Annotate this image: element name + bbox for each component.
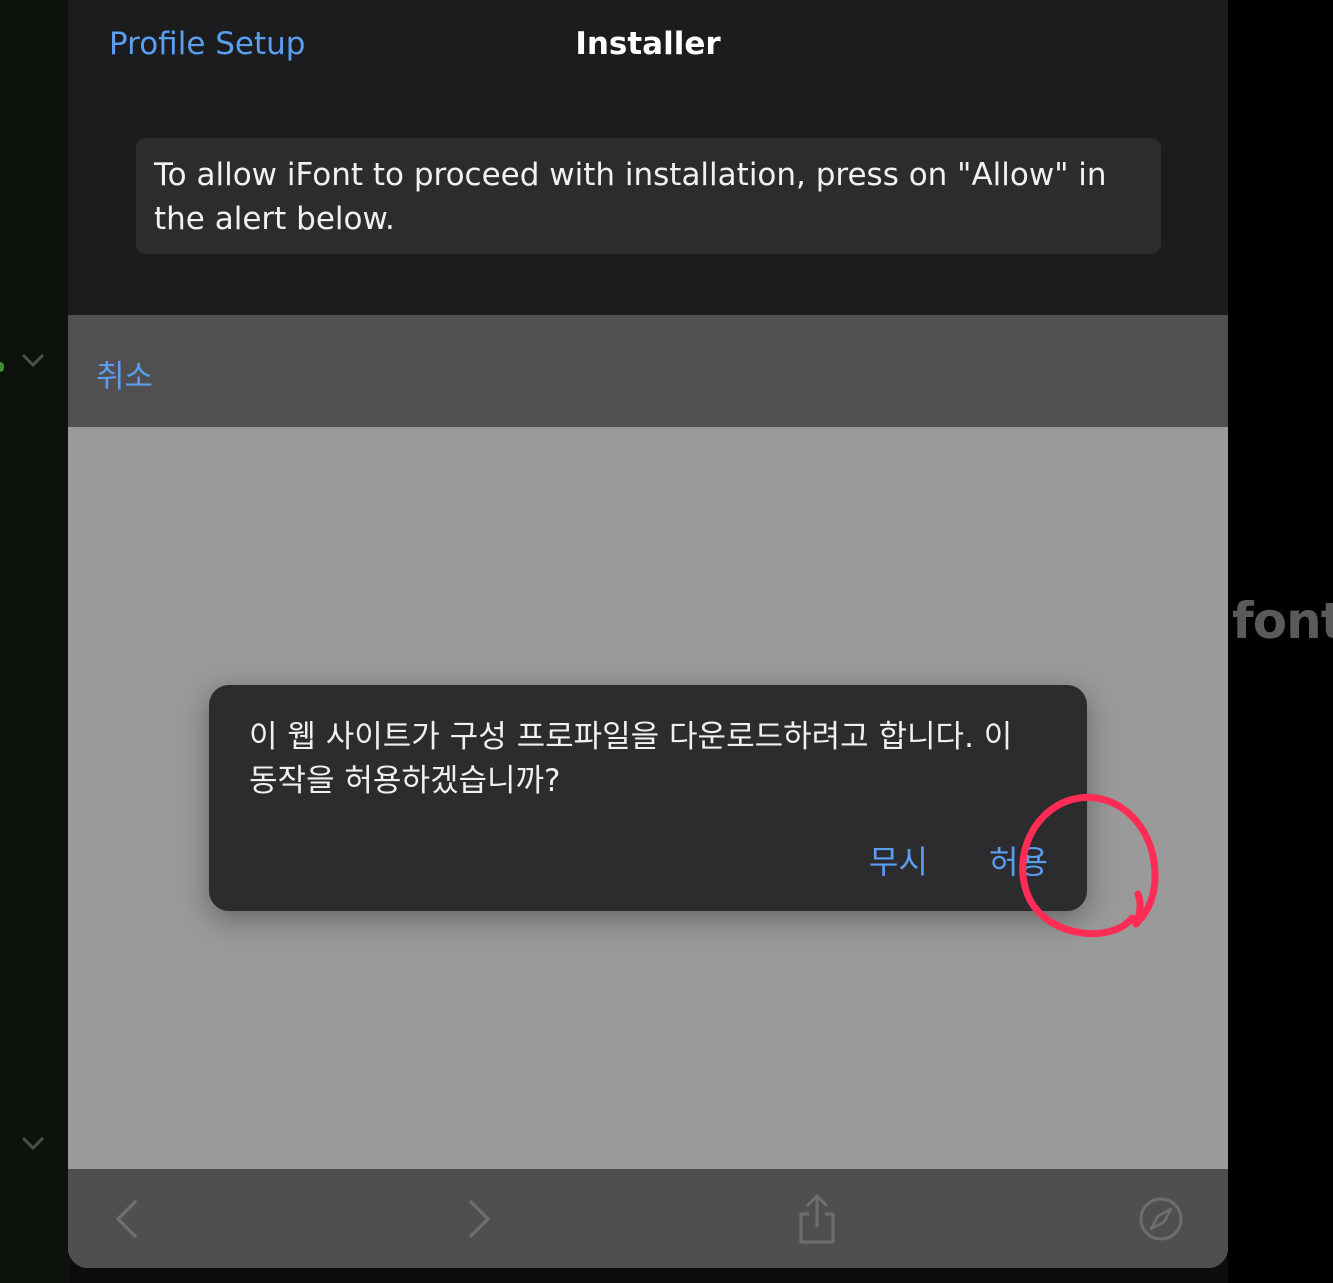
chevron-down-icon: [21, 1136, 45, 1151]
chevron-right-icon[interactable]: [453, 1194, 503, 1244]
alert-message: 이 웹 사이트가 구성 프로파일을 다운로드하려고 합니다. 이 동작을 허용하…: [249, 719, 1013, 799]
installer-sheet: Profile Setup Installer To allow iFont t…: [68, 0, 1228, 1268]
background-app-sidebar: [0, 0, 70, 1283]
background-app-text: font: [1232, 592, 1333, 650]
instruction-text: To allow iFont to proceed with installat…: [154, 157, 1107, 237]
status-dot: [0, 362, 4, 372]
ignore-button[interactable]: 무시: [869, 837, 928, 883]
compass-icon[interactable]: [1136, 1194, 1186, 1244]
chevron-down-icon: [21, 353, 45, 368]
navigation-bar: Profile Setup Installer To allow iFont t…: [68, 0, 1228, 315]
cancel-button[interactable]: 취소: [96, 351, 153, 396]
page-title: Installer: [575, 26, 721, 62]
instruction-box: To allow iFont to proceed with installat…: [136, 138, 1161, 254]
allow-button[interactable]: 허용: [989, 837, 1048, 883]
browser-bottom-toolbar: [68, 1169, 1228, 1268]
download-profile-alert: 이 웹 사이트가 구성 프로파일을 다운로드하려고 합니다. 이 동작을 허용하…: [209, 685, 1087, 911]
share-icon[interactable]: [792, 1194, 842, 1244]
web-view-toolbar: 취소: [68, 315, 1228, 427]
chevron-left-icon[interactable]: [103, 1194, 153, 1244]
